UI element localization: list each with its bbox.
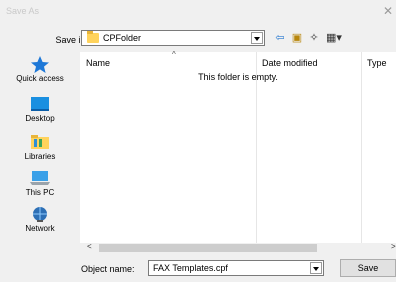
folder-icon <box>87 31 99 43</box>
save-in-dropdown[interactable]: CPFolder <box>81 30 265 46</box>
file-list[interactable]: ^ Name Date modified Type This folder is… <box>80 50 396 243</box>
network-icon <box>30 206 50 222</box>
place-label: Desktop <box>25 114 55 123</box>
desktop-icon <box>30 96 50 112</box>
place-libraries[interactable]: Libraries <box>7 134 73 161</box>
scroll-left-icon[interactable]: < <box>87 242 92 251</box>
libraries-icon <box>30 134 50 150</box>
scroll-thumb[interactable] <box>99 244 317 252</box>
column-header-date-modified[interactable]: Date modified <box>262 58 318 68</box>
column-header-name[interactable]: Name <box>86 58 110 68</box>
object-name-field[interactable]: FAX Templates.cpf <box>148 260 324 276</box>
star-icon <box>30 56 50 73</box>
place-quick-access[interactable]: Quick access <box>7 56 73 83</box>
save-in-value: CPFolder <box>103 33 142 43</box>
place-label: This PC <box>25 188 55 197</box>
places-bar: Quick access Desktop Libraries This PC N… <box>7 52 73 252</box>
object-name-label: Object name: <box>81 264 135 274</box>
chevron-down-icon[interactable] <box>251 32 263 44</box>
close-icon[interactable]: ✕ <box>383 5 393 17</box>
up-folder-icon[interactable]: ▣ <box>291 31 303 45</box>
new-folder-icon[interactable]: ✧ <box>308 31 320 45</box>
place-desktop[interactable]: Desktop <box>7 96 73 123</box>
column-header-type[interactable]: Type <box>367 58 387 68</box>
chevron-down-icon[interactable] <box>310 262 322 274</box>
place-label: Libraries <box>24 152 56 161</box>
place-network[interactable]: Network <box>7 206 73 233</box>
scroll-right-icon[interactable]: > <box>391 242 396 251</box>
window-title: Save As <box>6 6 40 16</box>
place-label: Network <box>25 224 55 233</box>
place-this-pc[interactable]: This PC <box>7 170 73 197</box>
object-name-value[interactable]: FAX Templates.cpf <box>153 263 228 273</box>
back-icon[interactable]: ⇦ <box>274 31 286 45</box>
sort-caret-icon: ^ <box>172 50 176 59</box>
save-button[interactable]: Save <box>340 259 396 277</box>
view-menu-icon[interactable]: ▦▾ <box>323 31 345 45</box>
computer-icon <box>30 170 50 186</box>
empty-folder-message: This folder is empty. <box>198 72 278 82</box>
place-label: Quick access <box>16 74 64 83</box>
title-bar: Save As ✕ <box>0 0 396 24</box>
horizontal-scrollbar[interactable]: < > <box>80 242 396 253</box>
